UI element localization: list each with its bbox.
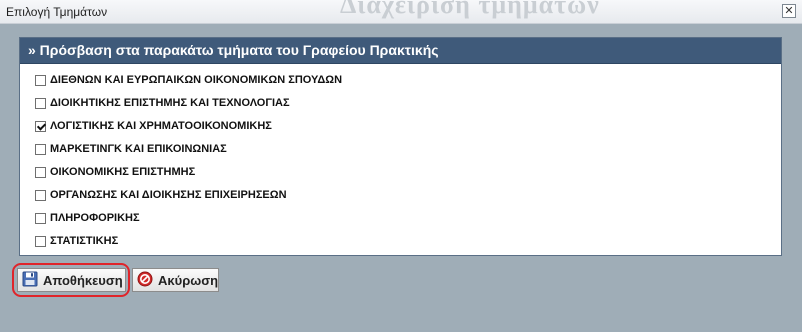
cancel-button[interactable]: Ακύρωση — [132, 268, 219, 292]
department-item[interactable]: ΟΡΓΑΝΩΣΗΣ ΚΑΙ ΔΙΟΙΚΗΣΗΣ ΕΠΙΧΕΙΡΗΣΕΩΝ — [35, 186, 287, 204]
background-page-heading: Διαχείριση τμημάτων — [340, 0, 600, 19]
department-checkbox[interactable] — [35, 189, 46, 201]
department-item[interactable]: ΔΙΕΘΝΩΝ ΚΑΙ ΕΥΡΩΠΑΙΚΩΝ ΟΙΚΟΝΟΜΙΚΩΝ ΣΠΟΥΔ… — [35, 71, 342, 89]
department-label: ΛΟΓΙΣΤΙΚΗΣ ΚΑΙ ΧΡΗΜΑΤΟΟΙΚΟΝΟΜΙΚΗΣ — [50, 120, 272, 132]
department-label: ΔΙΕΘΝΩΝ ΚΑΙ ΕΥΡΩΠΑΙΚΩΝ ΟΙΚΟΝΟΜΙΚΩΝ ΣΠΟΥΔ… — [50, 74, 343, 86]
department-item[interactable]: ΣΤΑΤΙΣΤΙΚΗΣ — [35, 232, 118, 250]
department-label: ΠΛΗΡΟΦΟΡΙΚΗΣ — [50, 212, 140, 224]
department-checkbox[interactable] — [35, 74, 46, 86]
department-checkbox[interactable] — [35, 212, 46, 224]
save-button[interactable]: Αποθήκευση — [17, 268, 126, 292]
department-checkbox[interactable] — [35, 120, 46, 132]
department-checkbox[interactable] — [35, 235, 46, 247]
cancel-icon — [137, 271, 153, 290]
department-item[interactable]: ΛΟΓΙΣΤΙΚΗΣ ΚΑΙ ΧΡΗΜΑΤΟΟΙΚΟΝΟΜΙΚΗΣ — [35, 117, 272, 135]
cancel-button-label: Ακύρωση — [158, 272, 219, 288]
department-item[interactable]: ΜΑΡΚΕΤΙΝΓΚ ΚΑΙ ΕΠΙΚΟΙΝΩΝΙΑΣ — [35, 140, 227, 158]
departments-panel: » Πρόσβαση στα παρακάτω τμήματα του Γραφ… — [19, 37, 782, 256]
department-label: ΔΙΟΙΚΗΤΙΚΗΣ ΕΠΙΣΤΗΜΗΣ ΚΑΙ ΤΕΧΝΟΛΟΓΙΑΣ — [50, 97, 290, 109]
department-label: ΜΑΡΚΕΤΙΝΓΚ ΚΑΙ ΕΠΙΚΟΙΝΩΝΙΑΣ — [50, 143, 227, 155]
save-button-label: Αποθήκευση — [43, 272, 123, 288]
department-checkbox[interactable] — [35, 166, 46, 178]
department-label: ΟΡΓΑΝΩΣΗΣ ΚΑΙ ΔΙΟΙΚΗΣΗΣ ΕΠΙΧΕΙΡΗΣΕΩΝ — [50, 189, 287, 201]
department-checkbox[interactable] — [35, 143, 46, 155]
department-item[interactable]: ΔΙΟΙΚΗΤΙΚΗΣ ΕΠΙΣΤΗΜΗΣ ΚΑΙ ΤΕΧΝΟΛΟΓΙΑΣ — [35, 94, 290, 112]
department-item[interactable]: ΠΛΗΡΟΦΟΡΙΚΗΣ — [35, 209, 140, 227]
dialog-title: Επιλογή Τμημάτων — [6, 5, 108, 19]
floppy-disk-icon — [22, 271, 38, 290]
close-icon: ✕ — [784, 4, 794, 17]
department-label: ΣΤΑΤΙΣΤΙΚΗΣ — [50, 235, 119, 247]
department-label: ΟΙΚΟΝΟΜΙΚΗΣ ΕΠΙΣΤΗΜΗΣ — [50, 166, 196, 178]
panel-header: » Πρόσβαση στα παρακάτω τμήματα του Γραφ… — [20, 38, 781, 64]
close-button[interactable]: ✕ — [782, 4, 796, 18]
dialog-titlebar: Διαχείριση τμημάτων Επιλογή Τμημάτων ✕ — [0, 0, 802, 24]
department-checkbox[interactable] — [35, 97, 46, 109]
department-item[interactable]: ΟΙΚΟΝΟΜΙΚΗΣ ΕΠΙΣΤΗΜΗΣ — [35, 163, 195, 181]
